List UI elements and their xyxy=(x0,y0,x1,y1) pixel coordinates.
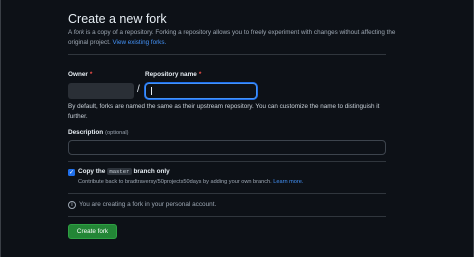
personal-account-info: You are creating a fork in your personal… xyxy=(79,201,217,208)
copy-branch-help: Contribute back to bradtraversy/50projec… xyxy=(78,179,303,185)
owner-required-mark: * xyxy=(89,71,93,78)
description-optional: (optional) xyxy=(105,130,129,136)
branch-name-code: master xyxy=(107,168,132,175)
divider-middle-2 xyxy=(68,193,386,194)
owner-select[interactable] xyxy=(68,83,134,99)
repository-name-input[interactable] xyxy=(145,83,257,99)
copy-master-branch-checkbox[interactable]: ✓ xyxy=(68,169,75,176)
description-label: Description (optional) xyxy=(68,129,128,136)
info-icon: i xyxy=(68,201,76,209)
copy-help-text: Contribute back to bradtraversy/50projec… xyxy=(78,179,274,185)
owner-label-text: Owner xyxy=(68,71,88,78)
page-frame: Create a new fork A fork is a copy of a … xyxy=(0,0,474,257)
create-fork-button[interactable]: Create fork xyxy=(68,224,117,239)
divider-bottom xyxy=(68,216,386,217)
text-caret xyxy=(151,87,152,95)
view-existing-forks-link[interactable]: View existing forks. xyxy=(112,39,166,46)
divider-middle-1 xyxy=(68,161,386,162)
divider-top xyxy=(68,54,386,55)
owner-repo-separator: / xyxy=(137,84,140,95)
repo-name-label-text: Repository name xyxy=(145,71,197,78)
copy-branch-label[interactable]: Copy the master branch only xyxy=(78,168,170,175)
repo-required-mark: * xyxy=(198,71,202,78)
repo-name-label: Repository name * xyxy=(145,71,201,78)
page-description: A fork is a copy of a repository. Forkin… xyxy=(68,28,398,47)
description-label-text: Description xyxy=(68,129,104,136)
description-fork-term: fork xyxy=(73,29,85,36)
page-title: Create a new fork xyxy=(68,12,167,26)
copy-label-prefix: Copy the xyxy=(78,168,106,175)
naming-note: By default, forks are named the same as … xyxy=(68,103,380,120)
learn-more-link[interactable]: Learn more. xyxy=(273,179,303,185)
description-input[interactable] xyxy=(68,140,386,155)
check-icon: ✓ xyxy=(68,169,75,176)
copy-label-suffix: branch only xyxy=(133,168,170,175)
owner-label: Owner * xyxy=(68,71,92,78)
